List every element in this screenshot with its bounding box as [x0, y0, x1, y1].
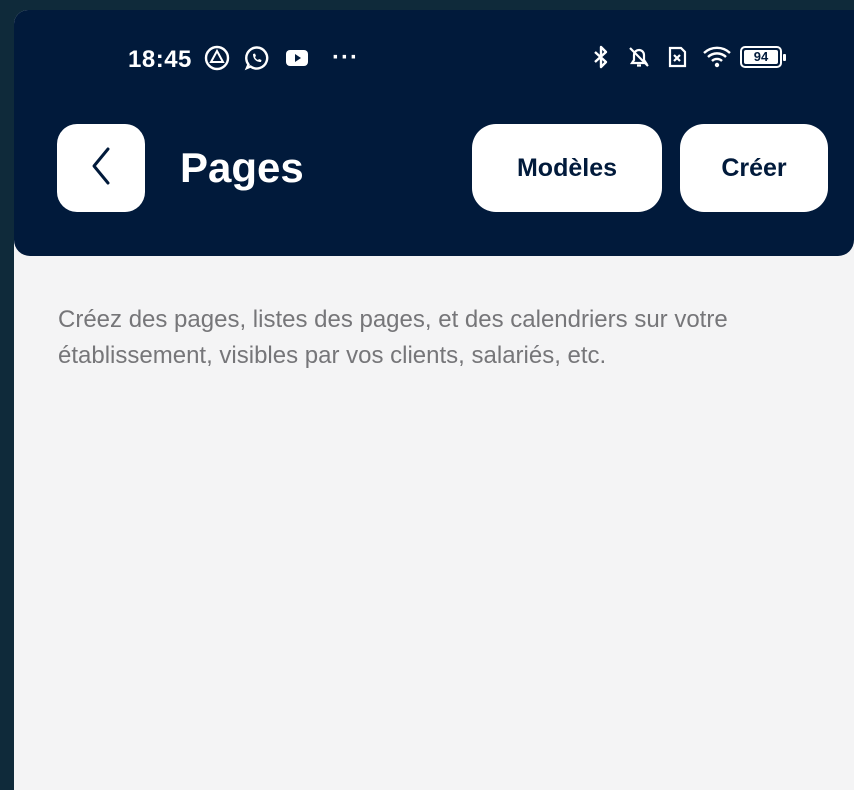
- notification-icons: ···: [204, 44, 359, 72]
- chevron-left-icon: [86, 145, 116, 192]
- whatsapp-icon: [244, 45, 270, 71]
- youtube-icon: [284, 45, 310, 71]
- back-button[interactable]: [57, 124, 145, 212]
- status-time: 18:45: [128, 46, 192, 73]
- wifi-icon: [702, 44, 731, 70]
- create-button[interactable]: Créer: [680, 124, 828, 212]
- page-description: Créez des pages, listes des pages, et de…: [58, 306, 728, 369]
- sim-icon: [664, 44, 690, 70]
- page-title: Pages: [180, 144, 304, 191]
- status-bar: 18:45 ··· 94: [14, 40, 854, 80]
- system-icons: 94: [588, 44, 786, 70]
- app-screen: 18:45 ··· 94 Pages Modèles Créer Créez d…: [14, 10, 854, 790]
- drive-icon: [204, 45, 230, 71]
- header-bar: 18:45 ··· 94 Pages Modèles Créer: [14, 10, 854, 256]
- more-notifications-indicator: ···: [332, 44, 359, 71]
- battery-level: 94: [744, 50, 778, 64]
- bluetooth-icon: [588, 44, 614, 70]
- bell-off-icon: [626, 44, 652, 70]
- templates-button[interactable]: Modèles: [472, 124, 662, 212]
- battery-icon: 94: [740, 46, 786, 68]
